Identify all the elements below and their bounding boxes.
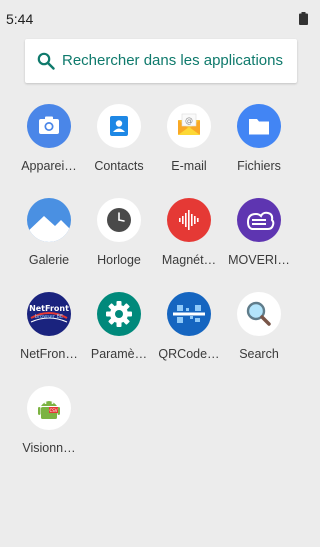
gallery-icon [27,198,71,242]
settings-icon [97,292,141,336]
app-label: NetFron… [20,347,78,361]
status-bar: 5:44 [0,0,308,30]
folder-icon [237,104,281,148]
search-placeholder: Rechercher dans les applications [62,52,283,69]
app-label: QRCode… [158,347,220,361]
battery-icon [299,12,308,25]
app-label: Horloge [97,253,141,267]
svg-text:CSV: CSV [49,408,57,413]
svg-text:@: @ [185,116,193,125]
search-app-icon [237,292,281,336]
viewer-icon: CSV [27,386,71,430]
qrcode-icon [167,292,211,336]
app-label: Search [239,347,279,361]
svg-text:NetFront: NetFront [29,304,69,313]
clock-icon [97,198,141,242]
app-label: E-mail [171,159,207,173]
contacts-icon [97,104,141,148]
app-label: Paramè… [90,347,148,361]
recorder-icon [167,198,211,242]
svg-text:browser BE: browser BE [35,314,63,320]
app-label: Visionn… [22,441,76,455]
moverio-icon [237,198,281,242]
camera-icon [27,104,71,148]
app-search-bar[interactable]: Rechercher dans les applications [25,39,297,83]
email-icon: @ [167,104,211,148]
app-label: Apparei… [21,159,77,173]
app-label: Galerie [28,253,70,267]
app-label: Magnét… [161,253,217,267]
status-time: 5:44 [6,11,34,27]
search-icon [37,52,55,70]
app-label: Fichiers [237,159,281,173]
app-label: MOVERI… [228,253,290,267]
app-label: Contacts [94,159,144,173]
netfront-icon: NetFront browser BE [27,292,71,336]
